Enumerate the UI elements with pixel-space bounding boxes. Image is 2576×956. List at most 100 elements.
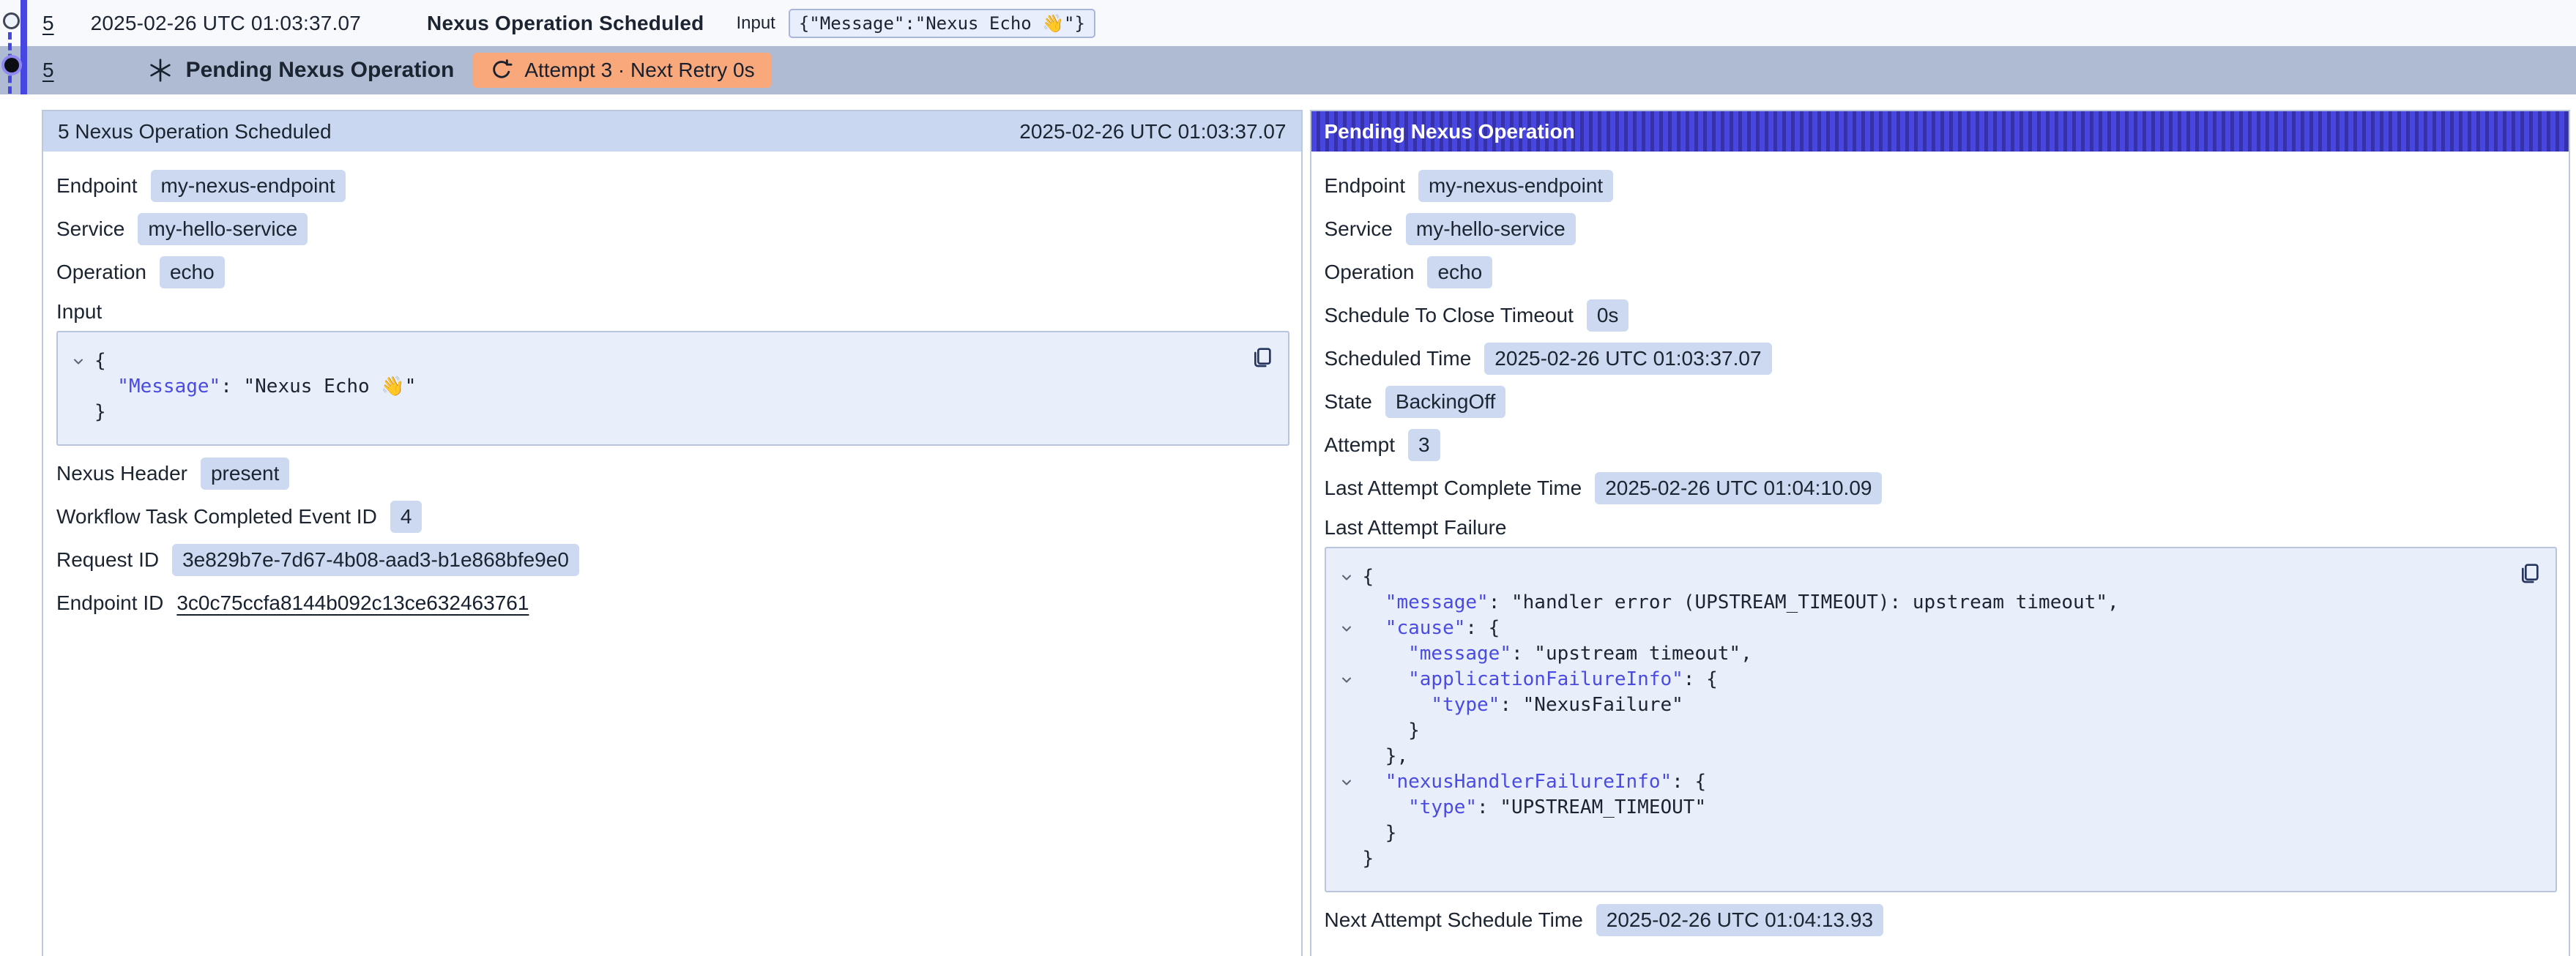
panel-title: Pending Nexus Operation	[1325, 120, 1575, 143]
field-row: Operation echo	[1325, 256, 2558, 288]
field-row: Endpoint my-nexus-endpoint	[1325, 170, 2558, 202]
json-line-text: }	[94, 400, 106, 425]
field-label: Request ID	[56, 548, 159, 572]
pending-title: Pending Nexus Operation	[186, 58, 455, 83]
field-row: Last Attempt Complete Time 2025-02-26 UT…	[1325, 472, 2558, 504]
endpoint-id-link[interactable]: 3c0c75ccfa8144b092c13ce632463761	[176, 591, 529, 615]
json-line: },	[1330, 744, 2505, 769]
endpoint-id-row: Endpoint ID 3c0c75ccfa8144b092c13ce63246…	[56, 587, 1289, 619]
json-line-text: "type": "NexusFailure"	[1363, 692, 1683, 718]
json-line-text: "nexusHandlerFailureInfo": {	[1363, 769, 1707, 795]
field-label: Nexus Header	[56, 462, 187, 485]
json-line: {	[1330, 564, 2505, 590]
json-line-text: "Message": "Nexus Echo 👋"	[94, 374, 416, 400]
field-value-badge: 2025-02-26 UTC 01:04:13.93	[1596, 904, 1883, 936]
field-label: Next Attempt Schedule Time	[1325, 908, 1583, 932]
json-line-text: }	[1363, 846, 1374, 872]
json-line: }	[1330, 846, 2505, 872]
field-label: Operation	[1325, 261, 1415, 284]
refresh-icon	[489, 58, 514, 83]
scheduled-fields-bottom: Nexus Header present Workflow Task Compl…	[56, 458, 1289, 576]
collapse-chevron-icon[interactable]	[62, 354, 94, 369]
json-line-text: {	[94, 348, 106, 374]
event-detail-panels: 5 Nexus Operation Scheduled 2025-02-26 U…	[42, 110, 2570, 956]
field-row: Workflow Task Completed Event ID 4	[56, 501, 1289, 533]
json-line-text: }	[1363, 718, 1420, 744]
event-input-label: Input	[736, 13, 775, 34]
json-line-text: "applicationFailureInfo": {	[1363, 667, 1718, 692]
field-value-badge: 4	[390, 501, 422, 533]
workflow-history-screen: 5 2025-02-26 UTC 01:03:37.07 Nexus Opera…	[0, 0, 2576, 956]
event-input-chip[interactable]: {"Message":"Nexus Echo 👋"}	[789, 9, 1095, 38]
collapse-chevron-icon[interactable]	[1330, 673, 1363, 687]
event-id-link[interactable]: 5	[42, 12, 54, 35]
field-label: Endpoint ID	[56, 591, 163, 615]
field-row: Scheduled Time 2025-02-26 UTC 01:03:37.0…	[1325, 343, 2558, 375]
field-value-badge: echo	[160, 256, 225, 288]
json-line: }	[1330, 821, 2505, 846]
field-label: Service	[56, 217, 124, 241]
collapse-chevron-icon[interactable]	[1330, 621, 1363, 636]
field-label: Attempt	[1325, 433, 1395, 457]
json-line-text: "cause": {	[1363, 616, 1500, 641]
json-line: {	[62, 348, 1237, 374]
json-line-text: },	[1363, 744, 1409, 769]
pending-panel-body: Endpoint my-nexus-endpoint Service my-he…	[1311, 152, 2569, 936]
field-value-badge: echo	[1427, 256, 1492, 288]
field-label: Endpoint	[1325, 174, 1406, 198]
json-line: "message": "handler error (UPSTREAM_TIME…	[1330, 590, 2505, 616]
field-row: Request ID 3e829b7e-7d67-4b08-aad3-b1e86…	[56, 544, 1289, 576]
copy-button[interactable]	[2514, 559, 2544, 588]
field-value-badge: 3e829b7e-7d67-4b08-aad3-b1e868bfe9e0	[172, 544, 579, 576]
panel-title: 5 Nexus Operation Scheduled	[58, 120, 332, 143]
failure-json-viewer: {"message": "handler error (UPSTREAM_TIM…	[1330, 564, 2505, 872]
retry-badge: Attempt 3 · Next Retry 0s	[473, 53, 770, 88]
field-value-badge: 3	[1408, 429, 1440, 461]
field-row: Next Attempt Schedule Time 2025-02-26 UT…	[1325, 904, 2558, 936]
field-value-badge: 2025-02-26 UTC 01:04:10.09	[1595, 472, 1882, 504]
failure-section-label: Last Attempt Failure	[1325, 516, 2558, 539]
json-line: "nexusHandlerFailureInfo": {	[1330, 769, 2505, 795]
field-label: State	[1325, 390, 1372, 414]
field-row: Service my-hello-service	[56, 213, 1289, 245]
copy-icon	[1250, 346, 1273, 369]
json-line: "message": "upstream timeout",	[1330, 641, 2505, 667]
field-row: Endpoint my-nexus-endpoint	[56, 170, 1289, 202]
json-line-text: {	[1363, 564, 1374, 590]
field-value-badge: my-nexus-endpoint	[151, 170, 346, 202]
field-value-badge: my-hello-service	[138, 213, 308, 245]
json-line: "type": "UPSTREAM_TIMEOUT"	[1330, 795, 2505, 821]
field-value-badge: my-hello-service	[1406, 213, 1576, 245]
pending-asterisk-icon	[146, 56, 174, 84]
event-row-scheduled[interactable]: 5 2025-02-26 UTC 01:03:37.07 Nexus Opera…	[0, 0, 2576, 46]
input-json-block: {"Message": "Nexus Echo 👋"}	[56, 331, 1289, 446]
copy-button[interactable]	[1247, 343, 1276, 372]
field-value-badge: 0s	[1587, 299, 1629, 332]
event-title: Nexus Operation Scheduled	[427, 12, 704, 35]
field-value-badge: present	[201, 458, 289, 490]
scheduled-panel-header: 5 Nexus Operation Scheduled 2025-02-26 U…	[43, 111, 1301, 152]
scheduled-fields-top: Endpoint my-nexus-endpoint Service my-he…	[56, 170, 1289, 288]
event-row-pending[interactable]: 5 Pending Nexus Operation Attempt 3 · Ne…	[0, 46, 2576, 94]
field-label: Last Attempt Complete Time	[1325, 477, 1582, 500]
field-row: Attempt 3	[1325, 429, 2558, 461]
collapse-chevron-icon[interactable]	[1330, 775, 1363, 790]
panel-timestamp: 2025-02-26 UTC 01:03:37.07	[1019, 120, 1286, 143]
json-line: "cause": {	[1330, 616, 2505, 641]
pending-panel-header: Pending Nexus Operation	[1311, 111, 2569, 152]
field-value-badge: my-nexus-endpoint	[1418, 170, 1613, 202]
pending-fields-top: Endpoint my-nexus-endpoint Service my-he…	[1325, 170, 2558, 504]
field-label: Endpoint	[56, 174, 138, 198]
input-section-label: Input	[56, 300, 1289, 324]
pending-id-link[interactable]: 5	[42, 59, 54, 82]
field-label: Schedule To Close Timeout	[1325, 304, 1574, 327]
field-row: Schedule To Close Timeout 0s	[1325, 299, 2558, 332]
json-line: }	[62, 400, 1237, 425]
scheduled-panel-body: Endpoint my-nexus-endpoint Service my-he…	[43, 152, 1301, 619]
json-line-text: "type": "UPSTREAM_TIMEOUT"	[1363, 795, 1707, 821]
field-row: Nexus Header present	[56, 458, 1289, 490]
field-row: Service my-hello-service	[1325, 213, 2558, 245]
field-label: Service	[1325, 217, 1393, 241]
collapse-chevron-icon[interactable]	[1330, 570, 1363, 585]
field-label: Scheduled Time	[1325, 347, 1472, 370]
